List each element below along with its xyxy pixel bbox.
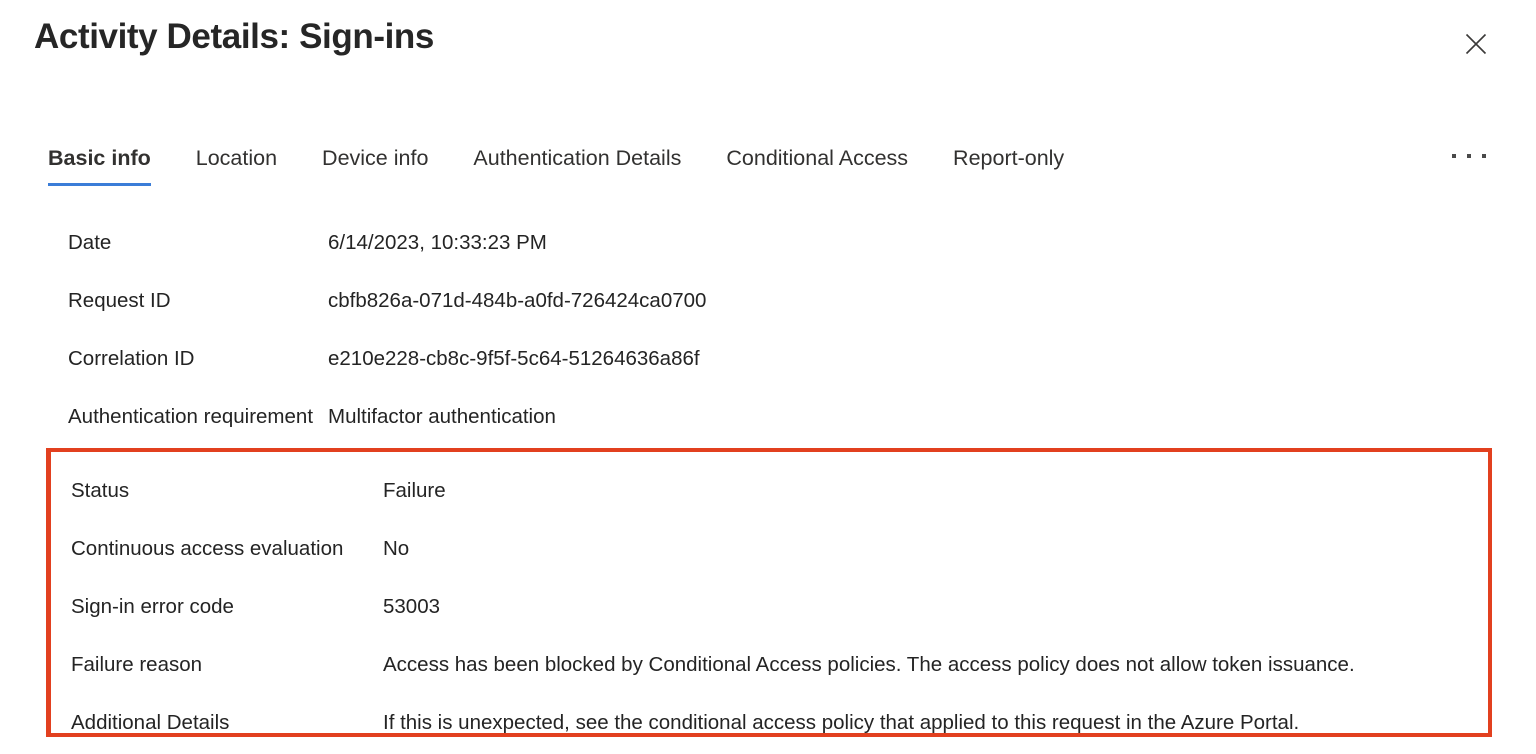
detail-row: Failure reason Access has been blocked b… (51, 636, 1488, 694)
detail-label: Sign-in error code (71, 595, 234, 618)
ellipsis-icon[interactable] (1448, 148, 1490, 164)
tab-label: Authentication Details (473, 146, 682, 170)
detail-value: If this is unexpected, see the condition… (383, 711, 1300, 734)
detail-value: 6/14/2023, 10:33:23 PM (328, 231, 547, 254)
detail-value: e210e228-cb8c-9f5f-5c64-51264636a86f (328, 347, 700, 370)
detail-label: Date (68, 231, 112, 254)
tab-basic-info[interactable]: Basic info (48, 144, 151, 186)
tab-device-info[interactable]: Device info (322, 144, 428, 186)
page-title: Activity Details: Sign-ins (34, 17, 434, 56)
tab-report-only[interactable]: Report-only (953, 144, 1064, 186)
ellipsis-dot (1452, 154, 1456, 158)
detail-row: Continuous access evaluation No (51, 520, 1488, 578)
tab-label: Device info (322, 146, 429, 170)
status-badge: Failure (383, 479, 446, 502)
detail-label: Additional Details (71, 711, 230, 734)
close-button[interactable] (1458, 26, 1494, 62)
detail-label: Authentication requirement (68, 405, 314, 428)
tab-strip: Basic info Location Device info Authenti… (0, 144, 1536, 200)
ellipsis-dot (1482, 154, 1486, 158)
detail-value: 53003 (383, 595, 441, 618)
detail-label: Continuous access evaluation (71, 537, 344, 560)
tab-location[interactable]: Location (196, 144, 277, 186)
detail-label: Failure reason (71, 653, 203, 676)
detail-row: Status Failure (51, 462, 1488, 520)
basic-info-details: Date 6/14/2023, 10:33:23 PM Request ID c… (0, 210, 1536, 737)
detail-label: Request ID (68, 289, 171, 312)
tab-label: Report-only (953, 146, 1065, 170)
detail-row: Date 6/14/2023, 10:33:23 PM (0, 214, 1536, 272)
detail-value: cbfb826a-071d-484b-a0fd-726424ca0700 (328, 289, 707, 312)
detail-row: Correlation ID e210e228-cb8c-9f5f-5c64-5… (0, 330, 1536, 388)
detail-group-general: Date 6/14/2023, 10:33:23 PM Request ID c… (0, 210, 1536, 446)
tab-authentication-details[interactable]: Authentication Details (473, 144, 681, 186)
close-icon (1465, 33, 1487, 55)
tab-label: Location (195, 146, 278, 170)
detail-value: Multifactor authentication (328, 405, 556, 428)
detail-row: Additional Details If this is unexpected… (51, 694, 1488, 734)
tab-label: Basic info (48, 146, 151, 170)
detail-value: No (383, 537, 410, 560)
detail-row: Authentication requirement Multifactor a… (0, 388, 1536, 446)
detail-value: Access has been blocked by Conditional A… (383, 653, 1355, 676)
tab-conditional-access[interactable]: Conditional Access (726, 144, 908, 186)
detail-row: Sign-in error code 53003 (51, 578, 1488, 636)
tab-list: Basic info Location Device info Authenti… (48, 144, 1109, 186)
panel-header: Activity Details: Sign-ins (0, 0, 1536, 96)
ellipsis-dot (1467, 154, 1471, 158)
detail-label: Status (71, 479, 130, 502)
tab-label: Conditional Access (726, 146, 909, 170)
highlight-annotation-box: Status Failure Continuous access evaluat… (46, 448, 1492, 737)
detail-label: Correlation ID (68, 347, 195, 370)
detail-row: Request ID cbfb826a-071d-484b-a0fd-72642… (0, 272, 1536, 330)
